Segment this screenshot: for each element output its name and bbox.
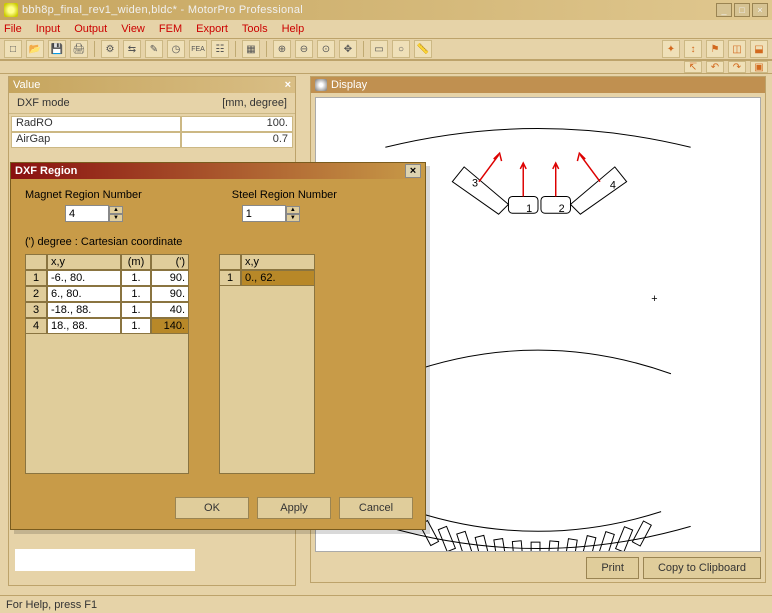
undo-icon[interactable]: ↶	[706, 61, 724, 73]
menu-output[interactable]: Output	[74, 23, 107, 35]
table-row[interactable]: 2 6., 80. 1. 90.	[25, 286, 189, 302]
steel-region-label: Steel Region Number	[232, 189, 337, 201]
spin-up-icon[interactable]: ▲	[286, 206, 300, 214]
display-title: Display	[331, 79, 367, 91]
marker-4: 4	[610, 180, 616, 192]
print-icon[interactable]: 🖨	[70, 40, 88, 58]
magnet-table: x,y (m) (') 1 -6., 80. 1. 90. 2 6., 80. …	[25, 254, 189, 474]
ok-button[interactable]: OK	[175, 497, 249, 519]
display-icon	[315, 79, 327, 91]
col-xy: x,y	[241, 254, 315, 270]
tool-icon[interactable]: ◷	[167, 40, 185, 58]
tool-icon[interactable]: ☷	[211, 40, 229, 58]
value-row[interactable]: AirGap 0.7	[11, 132, 293, 148]
table-row[interactable]: 1 -6., 80. 1. 90.	[25, 270, 189, 286]
spin-down-icon[interactable]: ▼	[109, 214, 123, 222]
marker-1: 1	[526, 203, 532, 215]
value-panel-header: Value ×	[9, 77, 295, 93]
tool-icon[interactable]: ▣	[750, 61, 768, 73]
redo-icon[interactable]: ↷	[728, 61, 746, 73]
maximize-button[interactable]: □	[734, 3, 750, 17]
zoom-fit-icon[interactable]: ⊙	[317, 40, 335, 58]
arrow-left-icon[interactable]: ↸	[684, 61, 702, 73]
value-subtitle-right: [mm, degree]	[222, 97, 287, 109]
spin-down-icon[interactable]: ▼	[286, 214, 300, 222]
main-toolbar: □ 📂 💾 🖨 ⚙ ⇆ ✎ ◷ FEA ☷ ▦ ⊕ ⊖ ⊙ ✥ ▭ ○ 📏 ✦ …	[0, 38, 772, 60]
coordinate-note: (') degree : Cartesian coordinate	[25, 236, 411, 248]
display-header: Display	[311, 77, 765, 93]
zoom-out-icon[interactable]: ⊖	[295, 40, 313, 58]
table-row[interactable]: 3 -18., 88. 1. 40.	[25, 302, 189, 318]
marker-2: 2	[559, 203, 565, 215]
print-button[interactable]: Print	[586, 557, 639, 579]
value-val: 100.	[181, 116, 293, 132]
value-key: AirGap	[11, 132, 181, 148]
dialog-title-bar[interactable]: DXF Region ×	[11, 163, 425, 179]
window-title: bbh8p_final_rev1_widen,bldc* - MotorPro …	[22, 4, 716, 16]
status-bar: For Help, press F1	[0, 595, 772, 613]
tab-area[interactable]	[15, 549, 195, 571]
value-subtitle-left: DXF mode	[17, 97, 70, 109]
tool-icon[interactable]: ◫	[728, 40, 746, 58]
tool-icon[interactable]: ✎	[145, 40, 163, 58]
cancel-button[interactable]: Cancel	[339, 497, 413, 519]
table-row[interactable]: 1 0., 62.	[219, 270, 315, 286]
menu-tools[interactable]: Tools	[242, 23, 268, 35]
value-val: 0.7	[181, 132, 293, 148]
zoom-in-icon[interactable]: ⊕	[273, 40, 291, 58]
menu-fem[interactable]: FEM	[159, 23, 182, 35]
pan-icon[interactable]: ✥	[339, 40, 357, 58]
circle-icon[interactable]: ○	[392, 40, 410, 58]
copy-clipboard-button[interactable]: Copy to Clipboard	[643, 557, 761, 579]
new-icon[interactable]: □	[4, 40, 22, 58]
tool-icon[interactable]: ⬓	[750, 40, 768, 58]
value-key: RadRO	[11, 116, 181, 132]
dxf-region-dialog: DXF Region × Magnet Region Number ▲ ▼ St…	[10, 162, 426, 530]
spin-up-icon[interactable]: ▲	[109, 206, 123, 214]
table-row[interactable]: 4 18., 88. 1. 140.	[25, 318, 189, 334]
sub-toolbar: ↸ ↶ ↷ ▣	[0, 60, 772, 74]
shape-icon[interactable]: ▭	[370, 40, 388, 58]
grid-icon[interactable]: ▦	[242, 40, 260, 58]
dialog-title: DXF Region	[15, 165, 77, 177]
marker-3: 3	[472, 178, 478, 190]
tool-icon[interactable]: ↕	[684, 40, 702, 58]
title-bar: bbh8p_final_rev1_widen,bldc* - MotorPro …	[0, 0, 772, 20]
value-row[interactable]: RadRO 100.	[11, 116, 293, 132]
close-button[interactable]: ×	[752, 3, 768, 17]
flag-icon[interactable]: ⚑	[706, 40, 724, 58]
magnet-region-label: Magnet Region Number	[25, 189, 142, 201]
col-xy: x,y	[47, 254, 121, 270]
steel-region-input[interactable]	[242, 205, 286, 222]
minimize-button[interactable]: _	[716, 3, 732, 17]
tool-icon[interactable]: ✦	[662, 40, 680, 58]
menu-file[interactable]: File	[4, 23, 22, 35]
menu-help[interactable]: Help	[282, 23, 305, 35]
steel-table: x,y 1 0., 62.	[219, 254, 315, 474]
menu-input[interactable]: Input	[36, 23, 60, 35]
apply-button[interactable]: Apply	[257, 497, 331, 519]
origin-marker: +	[651, 293, 657, 305]
status-text: For Help, press F1	[6, 599, 97, 611]
menu-view[interactable]: View	[121, 23, 145, 35]
value-panel-title: Value	[13, 79, 40, 91]
value-panel-close-icon[interactable]: ×	[285, 79, 291, 91]
tool-icon[interactable]: ⚙	[101, 40, 119, 58]
open-icon[interactable]: 📂	[26, 40, 44, 58]
app-icon	[4, 3, 18, 17]
tool-icon[interactable]: ⇆	[123, 40, 141, 58]
menu-bar: File Input Output View FEM Export Tools …	[0, 20, 772, 38]
dialog-close-icon[interactable]: ×	[405, 164, 421, 178]
ruler-icon[interactable]: 📏	[414, 40, 432, 58]
save-icon[interactable]: 💾	[48, 40, 66, 58]
menu-export[interactable]: Export	[196, 23, 228, 35]
col-m: (m)	[121, 254, 151, 270]
col-angle: (')	[151, 254, 189, 270]
magnet-region-input[interactable]	[65, 205, 109, 222]
fea-icon[interactable]: FEA	[189, 40, 207, 58]
